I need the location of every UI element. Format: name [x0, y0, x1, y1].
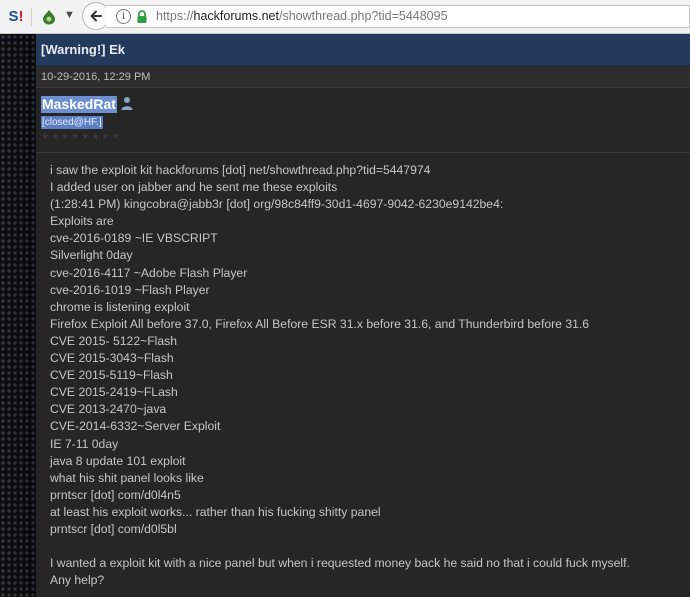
thread-title: [Warning!] Ek	[36, 34, 690, 66]
message-line: I added user on jabber and he sent me th…	[50, 180, 338, 195]
message-line: cve-2016-0189 ~IE VBSCRIPT	[50, 231, 218, 246]
browser-toolbar: S! ▼ i https://hackforums.net/showthread…	[0, 0, 690, 34]
message-line: what his shit panel looks like	[50, 470, 204, 485]
user-icon	[121, 97, 133, 110]
message-line: prntscr [dot] com/d0l5bl	[50, 521, 177, 536]
message-line: I wanted a exploit kit with a nice panel…	[50, 556, 630, 571]
back-arrow-icon	[90, 10, 102, 22]
url-bar[interactable]: i https://hackforums.net/showthread.php?…	[106, 5, 690, 28]
info-icon[interactable]: i	[116, 9, 131, 24]
post-message: i saw the exploit kit hackforums [dot] n…	[50, 162, 680, 589]
forum-post: [Warning!] Ek 10-29-2016, 12:29 PM Maske…	[36, 34, 690, 597]
message-line: cve-2016-1019 ~Flash Player	[50, 282, 210, 297]
message-line: CVE 2015-2419~FLash	[50, 385, 178, 400]
message-line: CVE-2014-6332~Server Exploit	[50, 419, 221, 434]
message-line: at least his exploit works... rather tha…	[50, 504, 381, 519]
message-line	[50, 538, 680, 555]
message-line: i saw the exploit kit hackforums [dot] n…	[50, 163, 431, 177]
message-line: java 8 update 101 exploit	[50, 453, 186, 468]
post-date: 10-29-2016, 12:29 PM	[36, 66, 690, 88]
post-author: MaskedRat [closed@HF.] ★★★★★★★★	[36, 89, 690, 143]
user-rank-stars: ★★★★★★★★	[41, 131, 122, 141]
extension-logo-icon[interactable]: S!	[6, 7, 26, 27]
message-line: cve-2016-4117 ~Adobe Flash Player	[50, 265, 248, 280]
message-line: prntscr [dot] com/d0l4n5	[50, 487, 181, 502]
message-line: Silverlight 0day	[50, 248, 133, 263]
lock-icon[interactable]	[136, 10, 148, 24]
message-line: CVE 2013-2470~java	[50, 402, 167, 417]
message-line: IE 7-11 0day	[50, 436, 119, 451]
url-text[interactable]: https://hackforums.net/showthread.php?ti…	[156, 9, 448, 23]
message-line: Exploits are	[50, 214, 114, 229]
message-line: CVE 2015-5119~Flash	[50, 368, 173, 383]
message-line: Any help?	[50, 573, 105, 588]
message-line: CVE 2015- 5122~Flash	[50, 333, 178, 348]
user-title: [closed@HF.]	[41, 116, 103, 129]
divider	[36, 152, 690, 153]
message-line: Firefox Exploit All before 37.0, Firefox…	[50, 316, 590, 331]
page-background-pattern	[0, 34, 36, 597]
message-line: (1:28:41 PM) kingcobra@jabb3r [dot] org/…	[50, 197, 504, 212]
addon-icon[interactable]	[40, 8, 58, 26]
message-line: CVE 2015-3043~Flash	[50, 351, 174, 366]
message-line: chrome is listening exploit	[50, 299, 190, 314]
toolbar-divider	[31, 8, 32, 26]
username-link[interactable]: MaskedRat	[41, 96, 117, 113]
chevron-down-icon[interactable]: ▼	[64, 9, 75, 21]
